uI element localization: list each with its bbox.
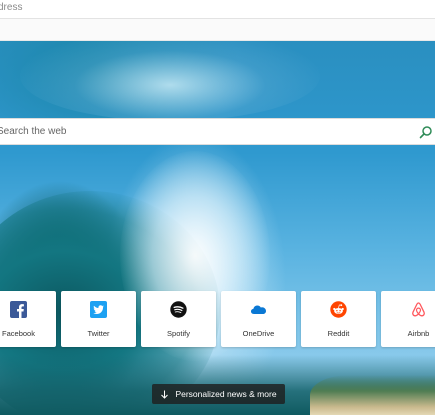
airbnb-icon [412,302,425,317]
facebook-icon [10,301,27,318]
search-icon[interactable] [419,125,433,139]
address-bar[interactable]: dress [0,0,435,19]
search-box[interactable] [0,118,435,145]
personalized-news-button[interactable]: Personalized news & more [152,384,285,404]
twitter-icon [90,301,107,318]
quick-links: Facebook Twitter Spotify OneDrive Reddit… [0,291,435,347]
onedrive-icon [251,305,266,314]
toolbar-strip [0,19,435,41]
spotify-icon [170,301,187,318]
quick-link-label: Reddit [327,329,350,338]
quick-link-label: Spotify [167,329,190,338]
reddit-icon [330,301,347,318]
quick-link-label: Twitter [87,329,110,338]
arrow-down-icon [161,390,169,399]
quick-link-reddit[interactable]: Reddit [301,291,376,347]
news-button-label: Personalized news & more [175,389,277,399]
quick-link-label: Airbnb [407,329,430,338]
search-input[interactable] [0,121,397,142]
quick-link-onedrive[interactable]: OneDrive [221,291,296,347]
quick-link-label: OneDrive [242,329,275,338]
quick-link-label: Facebook [2,329,35,338]
quick-link-facebook[interactable]: Facebook [0,291,56,347]
quick-link-airbnb[interactable]: Airbnb [381,291,435,347]
quick-link-spotify[interactable]: Spotify [141,291,216,347]
background-image [0,41,435,415]
quick-link-twitter[interactable]: Twitter [61,291,136,347]
address-bar-placeholder: dress [0,2,23,13]
